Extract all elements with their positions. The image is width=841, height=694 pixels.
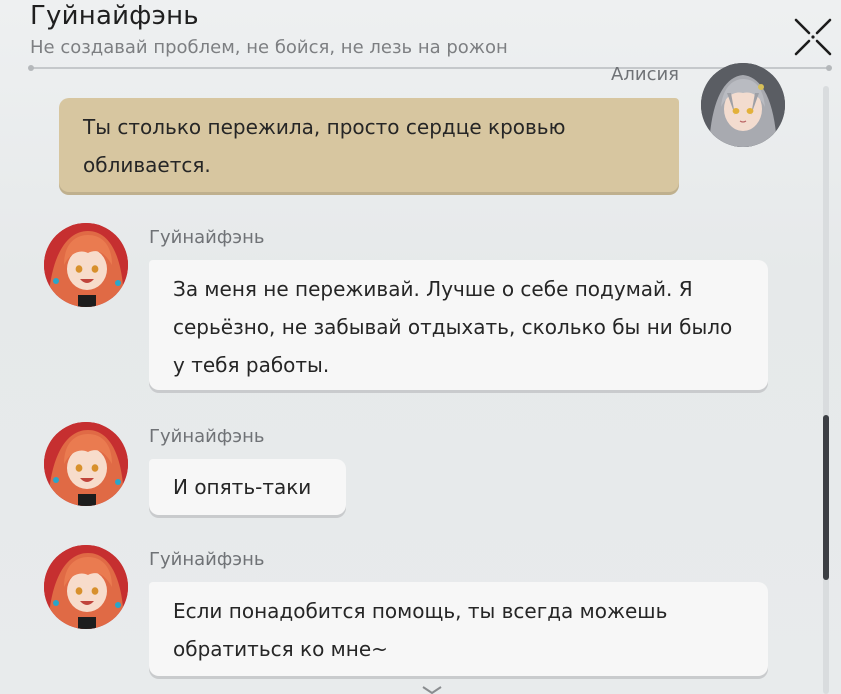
message-bubble-incoming: И опять-таки — [149, 459, 346, 515]
scrollbar-track[interactable] — [823, 86, 829, 694]
chat-header: Гуйнайфэнь Не создавай проблем, не бойся… — [0, 0, 841, 71]
sender-name: Гуйнайфэнь — [149, 426, 265, 447]
close-x-icon — [794, 18, 832, 56]
sender-name: Гуйнайфэнь — [149, 227, 265, 248]
close-button[interactable] — [790, 14, 836, 60]
sender-name: Гуйнайфэнь — [149, 549, 265, 570]
message-bubble-incoming: За меня не переживай. Лучше о себе подум… — [149, 260, 768, 390]
avatar-red-hair-portrait-icon — [44, 545, 128, 629]
chat-title: Гуйнайфэнь — [30, 1, 199, 31]
header-divider — [28, 65, 832, 71]
chevron-down-icon[interactable] — [420, 686, 444, 694]
avatar-guinaifen — [44, 422, 128, 506]
avatar-alicia — [701, 63, 785, 147]
scrollbar-thumb[interactable] — [823, 415, 829, 580]
avatar-red-hair-portrait-icon — [44, 223, 128, 307]
chat-subtitle: Не создавай проблем, не бойся, не лезь н… — [30, 37, 508, 58]
avatar-silver-hair-portrait-icon — [701, 63, 785, 147]
sender-name: Алисия — [611, 64, 679, 84]
message-bubble-incoming: Если понадобится помощь, ты всегда можеш… — [149, 582, 768, 676]
message-bubble-outgoing: Ты столько пережила, просто сердце кровь… — [59, 98, 679, 192]
avatar-guinaifen — [44, 223, 128, 307]
avatar-red-hair-portrait-icon — [44, 422, 128, 506]
avatar-guinaifen — [44, 545, 128, 629]
